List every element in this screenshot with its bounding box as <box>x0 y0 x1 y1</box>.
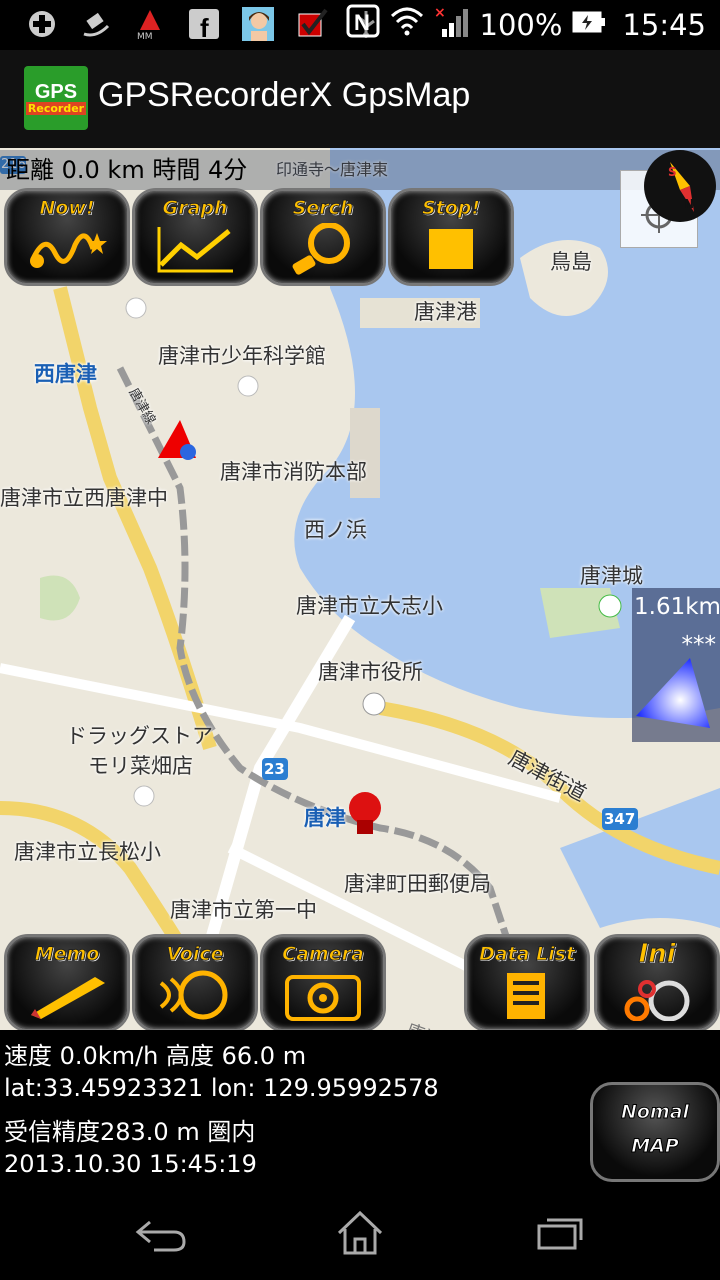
map-label-karatsu-port: 唐津港 <box>414 300 477 324</box>
svg-text:N: N <box>354 10 370 35</box>
now-icon <box>30 233 107 268</box>
map-label-city-hall: 唐津市役所 <box>318 660 423 684</box>
app-logo-text: GPS <box>34 80 78 103</box>
map-mode-label-2: MAP <box>631 1135 680 1158</box>
svg-text:MM: MM <box>137 32 153 40</box>
home-button[interactable] <box>330 1204 390 1260</box>
memo-button-label: Memo <box>34 943 100 966</box>
speed-altitude-readout: 速度 0.0km/h 高度 66.0 m <box>4 1042 307 1070</box>
map-label-fire-dept: 唐津市消防本部 <box>220 460 367 484</box>
battery-percent: 100% <box>479 7 563 42</box>
battery-icon <box>572 8 606 42</box>
map-label-nagamatsu-elementary: 唐津市立長松小 <box>14 840 161 864</box>
data-list-button-label: Data List <box>478 943 576 966</box>
direction-arrow-icon <box>636 658 710 728</box>
ini-button-label: Ini <box>638 939 676 970</box>
system-nav-bar <box>0 1184 720 1280</box>
recent-apps-icon <box>537 1218 583 1250</box>
map-label-torishima: 鳥島 <box>550 250 592 274</box>
stop-icon <box>429 229 473 269</box>
coordinates-readout: lat:33.45923321 lon: 129.95992578 <box>4 1074 439 1102</box>
back-icon <box>135 1220 186 1252</box>
target-distance-panel: 1.61km *** <box>632 588 720 742</box>
recent-apps-button[interactable] <box>530 1204 590 1260</box>
svg-text:f: f <box>200 13 209 39</box>
search-icon <box>292 223 350 275</box>
voice-button-label: Voice <box>166 943 224 966</box>
map-mode-label-1: Nomal <box>620 1101 690 1124</box>
svg-text:S: S <box>668 165 677 179</box>
search-button-label: Serch <box>292 197 354 220</box>
data-list-button[interactable]: Data List <box>464 934 590 1032</box>
camera-icon <box>285 975 361 1021</box>
back-button[interactable] <box>130 1204 190 1260</box>
svg-text:×: × <box>434 5 446 21</box>
graph-button-label: Graph <box>162 197 228 220</box>
map-label-karatsu-castle: 唐津城 <box>580 564 643 588</box>
voice-button[interactable]: Voice <box>132 934 258 1032</box>
nfc-icon: N <box>346 4 380 45</box>
map-mode-toggle-button[interactable]: Nomal MAP <box>590 1082 720 1182</box>
map-label-daiichi-jhs: 唐津市立第一中 <box>170 898 317 922</box>
compass-icon[interactable]: SN <box>644 150 716 222</box>
clock: 15:45 <box>622 7 706 42</box>
route-23-badge: 23 <box>264 760 285 778</box>
svg-text:N: N <box>684 197 694 211</box>
avatar-icon <box>242 7 274 41</box>
mm-icon: MM <box>134 8 166 40</box>
app-title: GPSRecorderX GpsMap <box>98 76 471 114</box>
camera-button-label: Camera <box>282 943 365 966</box>
map-label-drugstore: ドラッグストア <box>66 724 213 748</box>
stop-button[interactable]: Stop! <box>388 188 514 286</box>
pencil-icon <box>31 977 105 1019</box>
facebook-icon: f <box>188 8 220 40</box>
datetime-readout: 2013.10.30 15:45:19 <box>4 1150 257 1178</box>
graph-icon <box>157 227 233 273</box>
home-icon <box>337 1210 383 1255</box>
map-label-nishinohama: 西ノ浜 <box>304 518 367 542</box>
gear-icon <box>624 980 690 1021</box>
checkbox-icon <box>296 8 328 40</box>
memo-button[interactable]: Memo <box>4 934 130 1032</box>
search-button[interactable]: Serch <box>260 188 386 286</box>
map-label-taishi-elementary: 唐津市立大志小 <box>296 594 443 618</box>
app-logo-icon: GPS Recorder <box>24 66 88 130</box>
now-button[interactable]: Now! <box>4 188 130 286</box>
map-label-nishikaratsu-station: 西唐津 <box>34 362 97 386</box>
app-logo-subtext: Recorder <box>25 101 87 115</box>
map-label-karatsu-station: 唐津 <box>304 806 346 830</box>
distance-time-readout: 距離 0.0 km 時間 4分 <box>0 150 720 190</box>
map-label-post-office: 唐津町田郵便局 <box>344 872 491 896</box>
now-button-label: Now! <box>39 197 95 220</box>
signal-icon: × <box>434 5 470 44</box>
plus-icon <box>26 8 58 40</box>
wifi-icon <box>390 6 424 43</box>
list-icon <box>507 973 545 1019</box>
route-347-badge: 347 <box>604 810 636 828</box>
accuracy-readout: 受信精度283.0 m 圏内 <box>4 1118 256 1146</box>
stop-button-label: Stop! <box>421 197 481 220</box>
graph-button[interactable]: Graph <box>132 188 258 286</box>
ini-settings-button[interactable]: Ini <box>594 934 720 1032</box>
status-bar: MM f N × 100% 15:45 <box>0 0 720 50</box>
voice-icon <box>159 970 228 1020</box>
map-label-drugstore-branch: モリ菜畑店 <box>88 754 193 778</box>
satellite-icon <box>80 8 112 40</box>
map-label-nishikaratsu-jhs: 唐津市立西唐津中 <box>0 486 168 510</box>
map-label-science-museum: 唐津市少年科学館 <box>158 344 326 368</box>
camera-button[interactable]: Camera <box>260 934 386 1032</box>
